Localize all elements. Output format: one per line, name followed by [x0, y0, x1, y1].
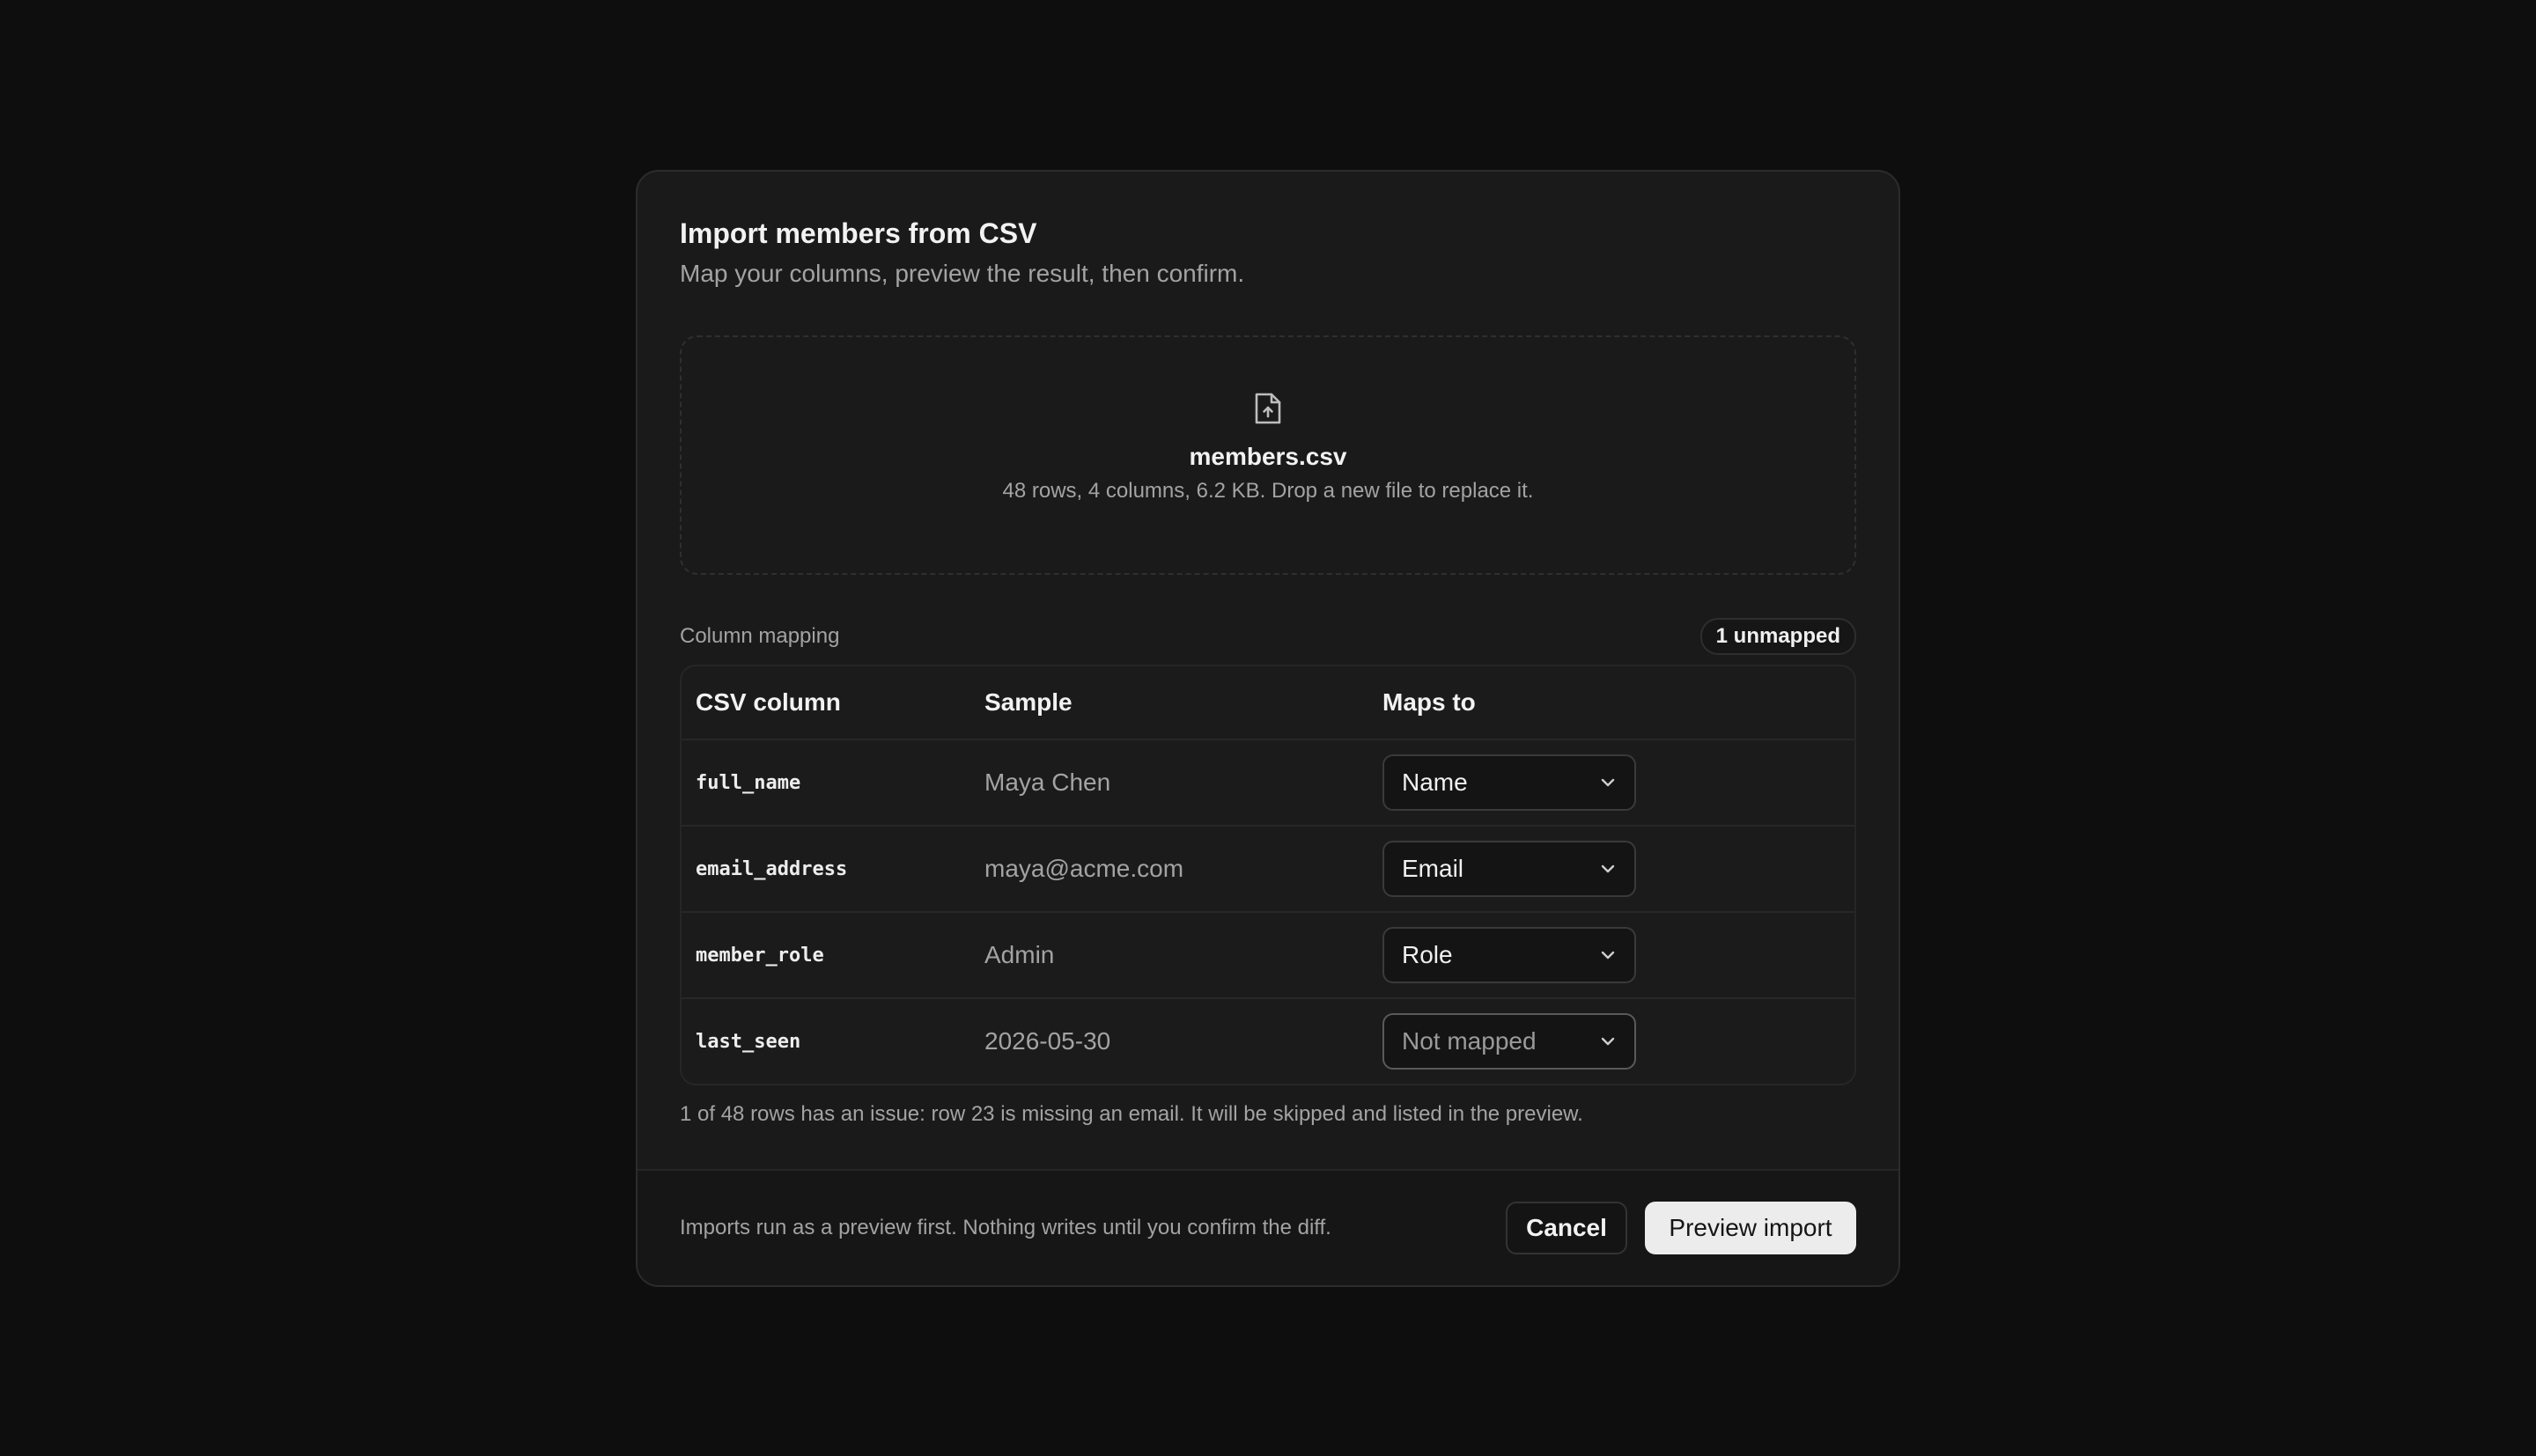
unmapped-badge: 1 unmapped	[1699, 618, 1856, 655]
csv-column-name: full_name	[696, 771, 801, 794]
header-csv-column: CSV column	[696, 688, 841, 716]
footer-note: Imports run as a preview first. Nothing …	[680, 1216, 1331, 1239]
select-value: Role	[1402, 941, 1453, 968]
table-row: email_address maya@acme.com Email	[682, 825, 1854, 911]
select-value: Not mapped	[1402, 1027, 1537, 1055]
dialog-footer: Imports run as a preview first. Nothing …	[638, 1169, 1898, 1285]
csv-column-name: last_seen	[696, 1030, 801, 1053]
header-sample: Sample	[984, 688, 1073, 716]
dialog-body: Import members from CSV Map your columns…	[638, 172, 1898, 1128]
select-value: Email	[1402, 855, 1464, 882]
import-dialog: Import members from CSV Map your columns…	[636, 170, 1900, 1287]
dialog-title: Import members from CSV	[680, 217, 1037, 249]
sample-value: Maya Chen	[984, 768, 1111, 796]
footer-actions: Cancel Preview import	[1506, 1202, 1856, 1254]
maps-to-select[interactable]: Role	[1382, 927, 1636, 983]
table-row: last_seen 2026-05-30 Not mapped	[682, 997, 1854, 1084]
table-row: member_role Admin Role	[682, 911, 1854, 997]
file-dropzone[interactable]: members.csv 48 rows, 4 columns, 6.2 KB. …	[680, 335, 1856, 575]
maps-to-select[interactable]: Not mapped	[1382, 1013, 1636, 1070]
mapping-table: CSV column Sample Maps to full_name Maya…	[680, 665, 1856, 1085]
issue-message: 1 of 48 rows has an issue: row 23 is mis…	[680, 1102, 1583, 1126]
mapping-header: Column mapping 1 unmapped	[680, 618, 1856, 655]
chevron-down-icon	[1601, 778, 1615, 787]
chevron-down-icon	[1601, 864, 1615, 873]
dialog-subtitle: Map your columns, preview the result, th…	[680, 260, 1245, 287]
table-header-row: CSV column Sample Maps to	[682, 666, 1854, 739]
file-meta: 48 rows, 4 columns, 6.2 KB. Drop a new f…	[1002, 479, 1534, 503]
cancel-button[interactable]: Cancel	[1506, 1202, 1627, 1254]
chevron-down-icon	[1601, 1037, 1615, 1046]
chevron-down-icon	[1601, 951, 1615, 960]
mapping-label: Column mapping	[680, 624, 840, 648]
sample-value: 2026-05-30	[984, 1027, 1111, 1055]
maps-to-select[interactable]: Email	[1382, 841, 1636, 897]
csv-column-name: member_role	[696, 944, 824, 967]
table-row: full_name Maya Chen Name	[682, 739, 1854, 825]
header-maps-to: Maps to	[1382, 688, 1476, 716]
sample-value: Admin	[984, 941, 1055, 968]
select-value: Name	[1402, 768, 1468, 796]
file-name: members.csv	[1189, 443, 1347, 470]
sample-value: maya@acme.com	[984, 855, 1184, 882]
preview-import-button[interactable]: Preview import	[1645, 1202, 1856, 1254]
file-upload-icon	[1255, 393, 1281, 424]
csv-column-name: email_address	[696, 857, 848, 880]
maps-to-select[interactable]: Name	[1382, 754, 1636, 811]
